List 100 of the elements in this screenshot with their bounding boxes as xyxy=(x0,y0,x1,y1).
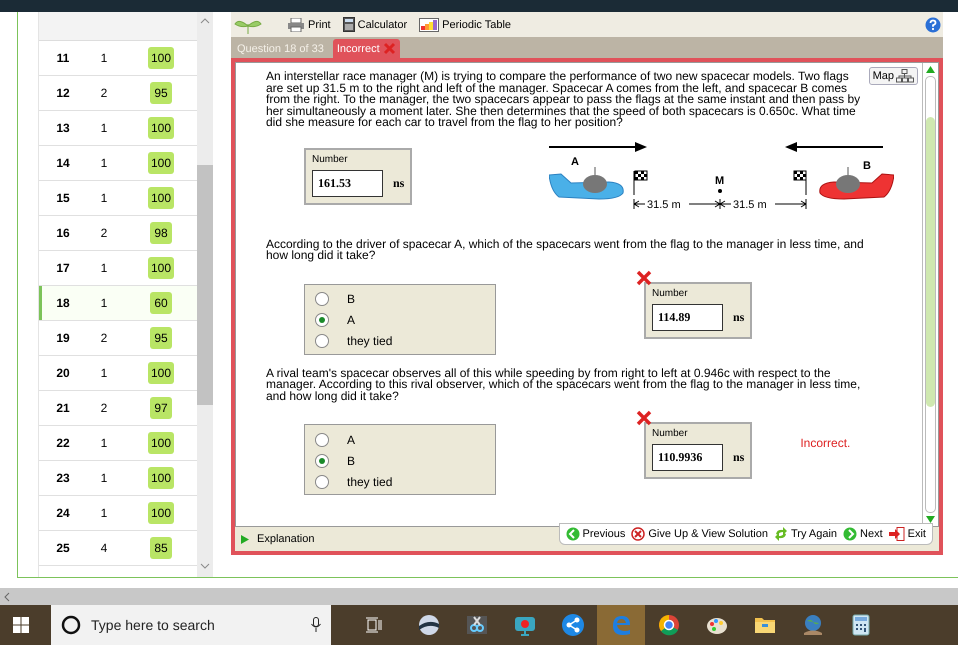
score-badge: 60 xyxy=(150,292,172,314)
attempts-count: 2 xyxy=(100,401,108,415)
scroll-down-icon[interactable] xyxy=(200,563,210,569)
question-number: 25 xyxy=(55,541,71,555)
score-badge: 100 xyxy=(148,502,174,524)
radio-option[interactable]: they tied xyxy=(315,330,495,352)
attempts-count: 4 xyxy=(100,541,108,555)
globe-icon xyxy=(801,613,825,637)
question-text: An interstellar race manager (M) is trying to compare the performance of two new spacecar models. Two flags are set up 31.5 m to the right and left of the manager. Spacecar A comes from the left, and spacecar B comes from the right. To the manager, the two spacecars appear to pass the flags at the same instant and then pass by her simultaneously a moment later. She then determines that the speed of both spacecars is 0.650c. What time did she measure for each car to travel from the flag to her position? xyxy=(266,71,862,128)
score-badge: 100 xyxy=(148,117,174,139)
answer-field[interactable]: 110.9936 xyxy=(652,444,723,471)
question-text: According to the driver of spacecar A, which of the spacecars went from the flag to the manager in less time, and how long did it take? xyxy=(266,238,864,262)
calculator-icon xyxy=(342,17,355,32)
attempts-count: 1 xyxy=(100,506,108,520)
question-number: 12 xyxy=(55,86,71,100)
answer-field[interactable]: 114.89 xyxy=(652,304,723,330)
scrollbar[interactable] xyxy=(922,63,938,526)
scroll-up-icon[interactable] xyxy=(926,66,935,73)
score-row[interactable]: 11 1 100 xyxy=(39,41,197,76)
field-label: Number xyxy=(652,428,689,439)
search-field[interactable]: Type here to search xyxy=(51,605,331,645)
attempts-count: 1 xyxy=(100,436,108,450)
score-row[interactable]: 12 2 95 xyxy=(39,76,197,111)
refresh-icon xyxy=(774,527,788,541)
question-number: 14 xyxy=(55,156,71,170)
radio-option[interactable]: B xyxy=(315,288,495,310)
exit-button[interactable]: Exit xyxy=(888,527,926,541)
help-icon[interactable] xyxy=(925,16,941,32)
give-up-button[interactable]: Give Up & View Solution xyxy=(631,527,768,541)
scrollbar[interactable] xyxy=(197,12,213,577)
microphone-icon[interactable] xyxy=(311,617,321,633)
explanation-toggle[interactable]: Explanation xyxy=(241,533,314,545)
score-row[interactable]: 15 1 100 xyxy=(39,181,197,216)
cancel-icon xyxy=(631,527,646,541)
attempts-count: 1 xyxy=(100,191,108,205)
score-row[interactable]: 25 4 85 xyxy=(39,531,197,566)
question-number: 13 xyxy=(55,121,71,135)
score-row[interactable]: 16 2 98 xyxy=(39,216,197,251)
sphere-icon xyxy=(417,613,441,637)
radio-option[interactable]: B xyxy=(315,450,495,471)
flag-icon xyxy=(794,170,806,195)
question-number: 11 xyxy=(56,51,70,65)
score-row[interactable]: 21 2 97 xyxy=(39,391,197,426)
car-label: B xyxy=(863,160,871,172)
score-row[interactable]: 24 1 100 xyxy=(39,496,197,531)
radio-option[interactable]: A xyxy=(315,429,495,450)
scrollbar[interactable] xyxy=(0,588,958,605)
attempts-count: 1 xyxy=(100,471,108,485)
radio-button[interactable] xyxy=(315,334,329,348)
score-row[interactable]: 22 1 100 xyxy=(39,426,197,461)
radio-button[interactable] xyxy=(315,432,329,446)
scroll-left-icon[interactable] xyxy=(4,592,10,602)
back-icon xyxy=(566,527,580,541)
scroll-up-icon[interactable] xyxy=(200,18,210,24)
map-button[interactable]: Map xyxy=(868,67,918,85)
radio-button[interactable] xyxy=(315,292,329,306)
radio-button[interactable] xyxy=(315,474,329,488)
printer-icon xyxy=(287,18,305,32)
cross-icon xyxy=(382,42,396,55)
question-number: 21 xyxy=(55,401,71,415)
score-badge: 100 xyxy=(148,257,174,279)
expand-icon xyxy=(241,534,249,544)
attempts-count: 1 xyxy=(100,51,108,65)
attempts-count: 1 xyxy=(100,121,108,135)
tab[interactable]: Incorrect xyxy=(332,39,400,58)
score-row[interactable]: 19 2 95 xyxy=(39,321,197,356)
task-view-icon[interactable] xyxy=(365,617,383,633)
radio-button[interactable] xyxy=(315,454,329,468)
car-label: A xyxy=(571,156,579,168)
score-badge: 100 xyxy=(148,47,174,69)
windows-icon[interactable] xyxy=(13,617,29,633)
try-again-button[interactable]: Try Again xyxy=(774,527,838,541)
score-badge: 95 xyxy=(150,82,172,104)
next-button[interactable]: Next xyxy=(843,527,883,541)
toolbar-link[interactable]: Print xyxy=(287,18,331,32)
score-row[interactable]: 13 1 100 xyxy=(39,111,197,146)
score-row[interactable]: 18 1 60 xyxy=(39,286,197,321)
score-badge: 98 xyxy=(150,222,172,244)
question-number: 23 xyxy=(55,471,71,485)
score-badge: 100 xyxy=(148,152,174,174)
search-icon xyxy=(61,615,81,635)
radio-option[interactable]: they tied xyxy=(315,471,495,492)
scroll-down-icon[interactable] xyxy=(926,516,935,523)
score-row[interactable]: 20 1 100 xyxy=(39,356,197,391)
radio-button[interactable] xyxy=(315,313,329,327)
score-badge: 100 xyxy=(148,432,174,454)
score-row[interactable]: 14 1 100 xyxy=(39,146,197,181)
radio-option[interactable]: A xyxy=(315,310,495,330)
answer-field[interactable]: 161.53 xyxy=(312,170,383,196)
distance-label: 31.5 m xyxy=(733,198,767,210)
toolbar-link[interactable]: Calculator xyxy=(342,17,408,32)
attempts-count: 2 xyxy=(100,86,108,100)
scissors-icon xyxy=(465,613,489,637)
attempts-count: 2 xyxy=(100,226,108,240)
question-number: 16 xyxy=(55,226,71,240)
previous-button[interactable]: Previous xyxy=(566,527,626,541)
score-row[interactable]: 23 1 100 xyxy=(39,461,197,496)
score-badge: 97 xyxy=(150,397,172,419)
toolbar-link[interactable]: Periodic Table xyxy=(419,18,512,32)
question-number: 24 xyxy=(55,506,71,520)
